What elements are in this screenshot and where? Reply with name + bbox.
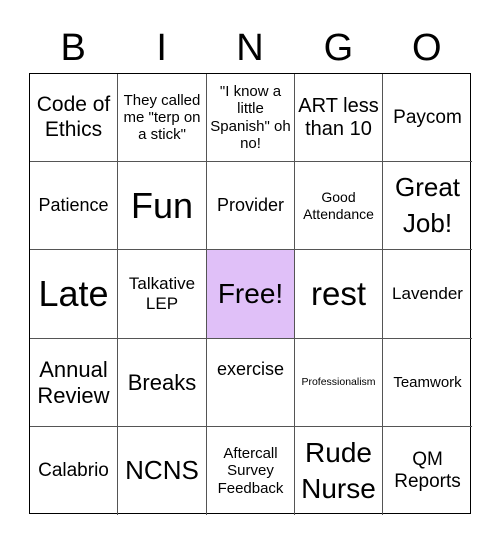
bingo-cell[interactable]: Provider <box>207 162 295 250</box>
bingo-cell[interactable]: Late <box>30 250 118 339</box>
bingo-cell[interactable]: ART less than 10 <box>295 74 383 162</box>
header-letter-i: I <box>156 27 167 69</box>
bingo-cell[interactable]: Annual Review <box>30 339 118 427</box>
bingo-header: B I N G O <box>29 22 471 74</box>
bingo-cell[interactable]: Teamwork <box>383 339 472 427</box>
bingo-cell[interactable]: Calabrio <box>30 427 118 515</box>
bingo-cell[interactable]: Rude Nurse <box>295 427 383 515</box>
bingo-cell[interactable]: Great Job! <box>383 162 472 250</box>
header-letter-b: B <box>60 27 86 69</box>
bingo-cell[interactable]: Code of Ethics <box>30 74 118 162</box>
bingo-cell[interactable]: rest <box>295 250 383 339</box>
header-letter-g: G <box>323 27 354 69</box>
bingo-cell[interactable]: Talkative LEP <box>118 250 207 339</box>
header-letter-n: N <box>236 27 264 69</box>
header-letter-o: O <box>412 27 442 69</box>
bingo-cell[interactable]: Fun <box>118 162 207 250</box>
bingo-cell[interactable]: Lavender <box>383 250 472 339</box>
bingo-cell[interactable]: Breaks <box>118 339 207 427</box>
bingo-cell[interactable]: QM Reports <box>383 427 472 515</box>
bingo-cell[interactable]: NCNS <box>118 427 207 515</box>
free-space-cell[interactable]: Free! <box>207 250 295 339</box>
bingo-cell[interactable]: Paycom <box>383 74 472 162</box>
bingo-board: Code of Ethics They called me "terp on a… <box>29 73 472 515</box>
bingo-cell[interactable]: Good Attendance <box>295 162 383 250</box>
bingo-cell[interactable]: "I know a little Spanish" oh no! <box>207 74 295 162</box>
bingo-cell[interactable]: exercise <box>207 339 295 427</box>
bingo-cell[interactable]: They called me "terp on a stick" <box>118 74 207 162</box>
bingo-cell[interactable]: Patience <box>30 162 118 250</box>
bingo-cell[interactable]: Professionalism <box>295 339 383 427</box>
bingo-cell[interactable]: Aftercall Survey Feedback <box>207 427 295 515</box>
